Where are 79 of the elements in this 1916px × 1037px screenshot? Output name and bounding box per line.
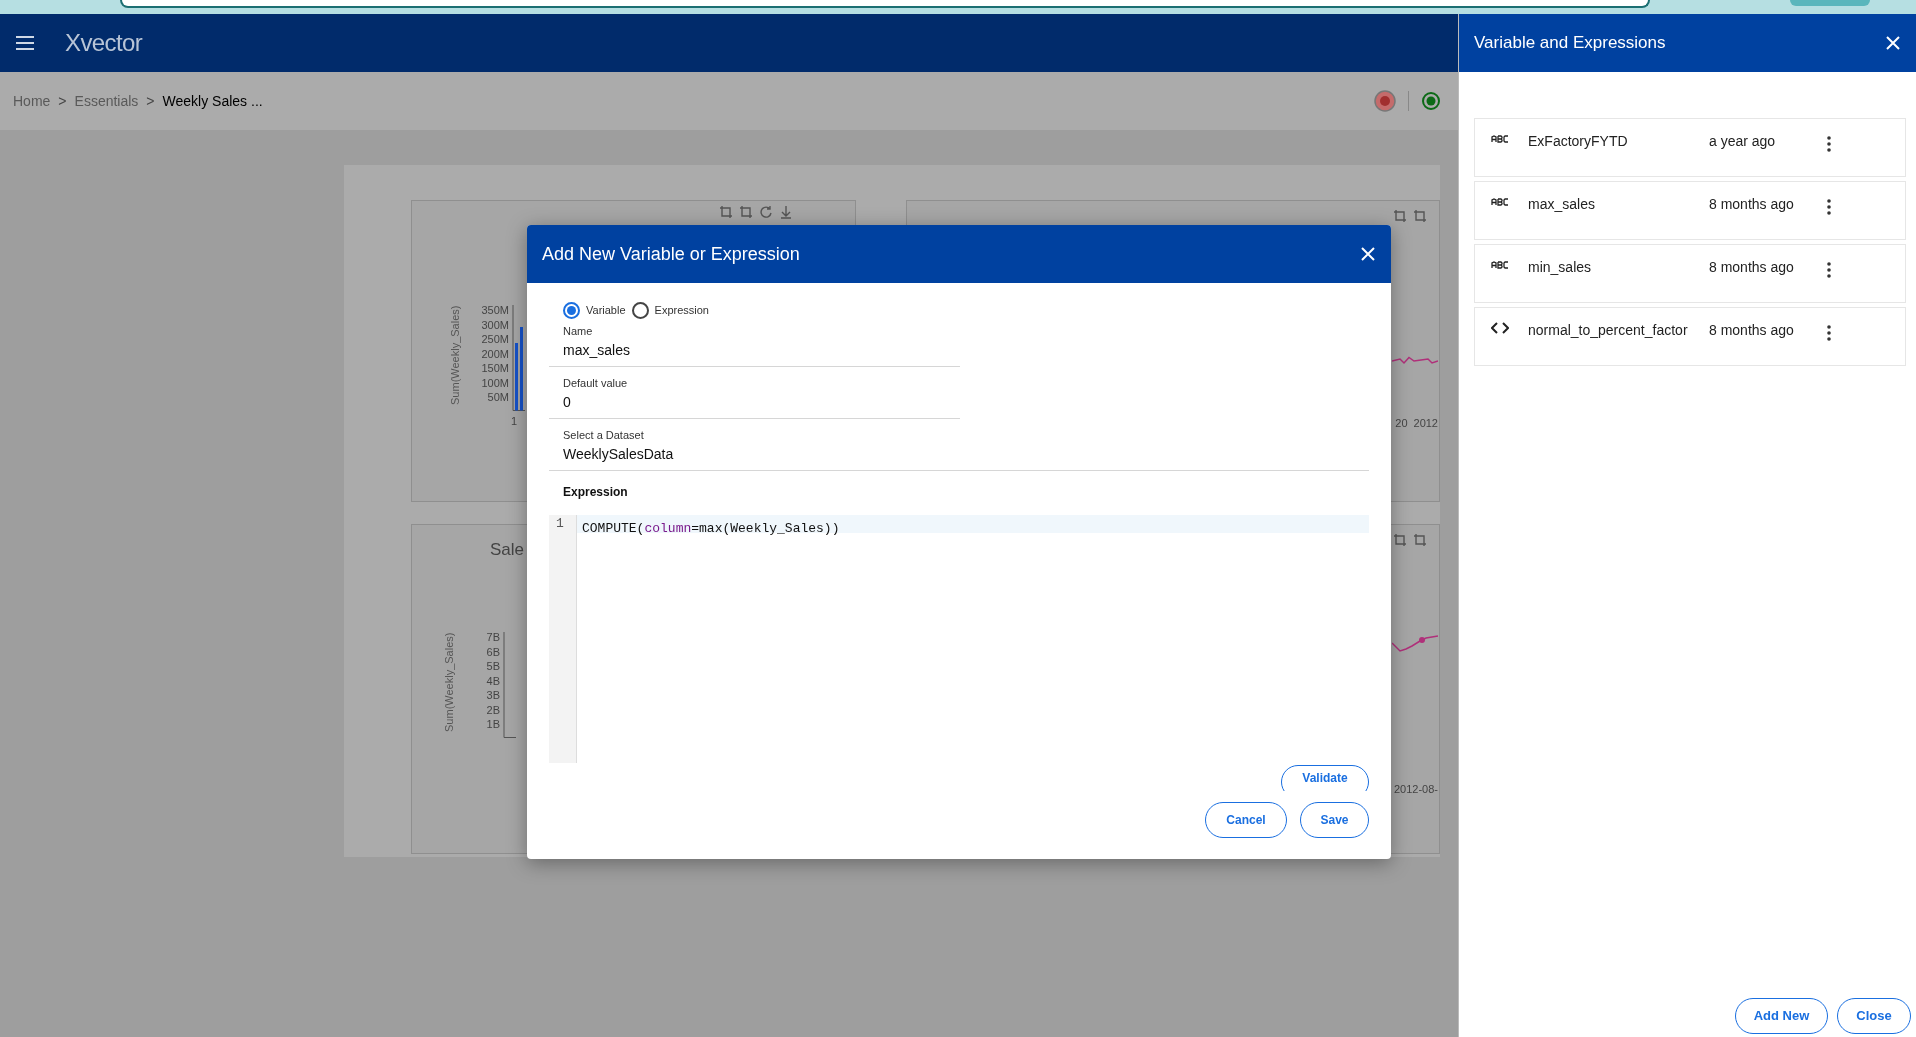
tick-label: 200M [480, 346, 509, 361]
radio-label[interactable]: Variable [586, 302, 626, 319]
code-icon [1491, 322, 1509, 334]
badge-icon[interactable] [1374, 90, 1396, 112]
refresh-icon[interactable] [759, 205, 773, 219]
breadcrumb-separator: > [58, 91, 67, 111]
crop-icon[interactable] [1413, 209, 1427, 223]
tick-label: 350M [480, 303, 509, 318]
updated-time: a year ago [1709, 132, 1777, 151]
crop-icon[interactable] [719, 205, 733, 219]
breadcrumb-separator: > [146, 91, 155, 111]
more-icon[interactable] [1826, 262, 1832, 278]
close-button[interactable]: Close [1837, 998, 1911, 1034]
close-icon[interactable] [1885, 35, 1901, 51]
tick-label: 1 [511, 413, 518, 429]
crop-icon[interactable] [739, 205, 753, 219]
tick-label: 7B [485, 630, 500, 645]
more-icon[interactable] [1826, 136, 1832, 152]
tick-label: 100M [480, 375, 509, 390]
updated-time: 8 months ago [1709, 195, 1795, 214]
tick-label: 6B [485, 644, 500, 659]
crop-icon[interactable] [1393, 209, 1407, 223]
tick-label: 2B [485, 702, 500, 717]
variable-item[interactable]: normal_to_percent_factor 8 months ago [1474, 307, 1906, 366]
radio-button[interactable] [631, 302, 649, 319]
variable-name: normal_to_percent_factor [1528, 321, 1689, 340]
dataset-select[interactable]: Select a Dataset WeeklySalesData [549, 428, 1369, 471]
app-logo: Xvector [65, 28, 143, 58]
input-field[interactable]: Name max_sales [549, 324, 960, 367]
radio-label[interactable]: Expression [654, 302, 709, 319]
variable-item[interactable]: max_sales 8 months ago [1474, 181, 1906, 240]
tick-label: 50M [486, 390, 509, 405]
tick-label: 250M [480, 332, 509, 347]
crop-icon[interactable] [1393, 533, 1407, 547]
variable-name: max_sales [1528, 195, 1596, 214]
add-new-button[interactable]: Add New [1735, 998, 1828, 1034]
text-type-icon [1491, 198, 1509, 206]
code-line: COMPUTE(column=max(Weekly_Sales)) [582, 521, 840, 536]
cancel-button[interactable]: Cancel [1205, 802, 1287, 838]
input-field[interactable]: Default value 0 [549, 376, 960, 419]
variable-name: min_sales [1528, 258, 1593, 277]
more-icon[interactable] [1826, 325, 1832, 341]
line-chart-drawing [1392, 635, 1438, 653]
line-number: 1 [555, 515, 565, 533]
code-editor[interactable]: 1 COMPUTE(column=max(Weekly_Sales)) [549, 515, 1369, 763]
tick-label: 300M [480, 317, 509, 332]
status-icon[interactable] [1421, 91, 1441, 111]
axis-title: Sum(Weekly_Sales) [448, 305, 463, 405]
tick-label: 2012-08- [1393, 782, 1438, 797]
tick-label: 150M [480, 361, 509, 376]
more-icon[interactable] [1826, 199, 1832, 215]
updated-time: 8 months ago [1709, 258, 1795, 277]
section-label: Expression [562, 484, 628, 501]
variable-name: ExFactoryFYTD [1528, 132, 1629, 151]
tick-label: 1B [485, 717, 500, 732]
radio-button[interactable] [563, 302, 580, 319]
tick-label: 5B [485, 659, 500, 674]
axis-title: Sum(Weekly_Sales) [442, 632, 457, 732]
menu-icon[interactable] [16, 36, 34, 50]
close-icon[interactable] [1360, 246, 1376, 262]
panel-title: Variable and Expressions [1474, 32, 1666, 55]
validate-button[interactable]: Validate [1281, 765, 1369, 791]
tick-label: 2012 [1413, 416, 1438, 431]
tick-label: 20 [1395, 416, 1408, 431]
variable-item[interactable]: ExFactoryFYTD a year ago [1474, 118, 1906, 177]
tick-label: 4B [485, 673, 500, 688]
updated-time: 8 months ago [1709, 321, 1795, 340]
breadcrumb-link[interactable]: Weekly Sales ... [162, 90, 263, 112]
line-chart-drawing [1392, 356, 1438, 365]
chart-title: Sale [490, 539, 525, 562]
variable-item[interactable]: min_sales 8 months ago [1474, 244, 1906, 303]
text-type-icon [1491, 135, 1509, 143]
crop-icon[interactable] [1413, 533, 1427, 547]
dialog-title: Add New Variable or Expression [542, 242, 800, 266]
address-bar[interactable] [120, 0, 1650, 8]
download-icon[interactable] [779, 205, 793, 219]
text-type-icon [1491, 261, 1509, 269]
save-button[interactable]: Save [1300, 802, 1369, 838]
tick-label: 3B [485, 688, 500, 703]
